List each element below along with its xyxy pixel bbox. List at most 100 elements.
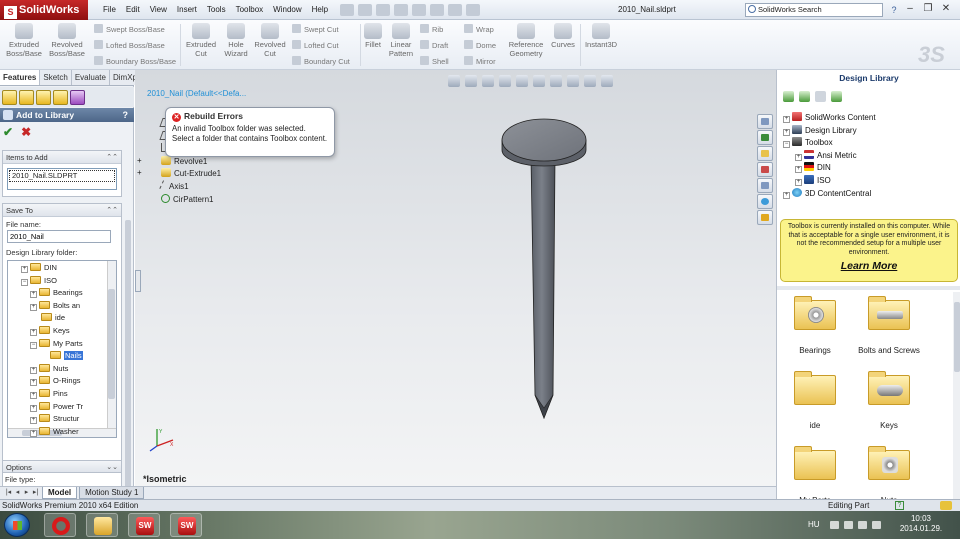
minimize-icon[interactable]: – [903, 2, 917, 16]
menu-toolbox[interactable]: Toolbox [231, 0, 269, 20]
show-hidden-icons-icon[interactable] [830, 521, 839, 529]
dimxpert-manager-icon[interactable] [53, 90, 68, 105]
expand-icon[interactable]: + [30, 303, 37, 311]
feature-manager-icon[interactable] [2, 90, 17, 105]
contents-scrollbar[interactable] [953, 292, 960, 499]
save-icon[interactable] [376, 4, 390, 16]
appearances-tab-icon[interactable] [757, 194, 773, 209]
language-indicator[interactable]: HU [808, 520, 820, 529]
fillet-button[interactable]: Fillet [362, 23, 384, 50]
shell-button[interactable]: Shell [420, 56, 449, 67]
menu-insert[interactable]: Insert [172, 0, 202, 20]
display-manager-icon[interactable] [70, 90, 85, 105]
instant3d-button[interactable]: Instant3D [583, 23, 619, 50]
custom-properties-tab-icon[interactable] [757, 210, 773, 225]
taskbar-app-folder[interactable] [86, 513, 118, 537]
expand-icon[interactable]: + [795, 153, 802, 161]
library-tree-item[interactable]: + Design Library [783, 124, 857, 137]
wrap-button[interactable]: Wrap [464, 24, 494, 35]
tab-prev-icon[interactable]: ◂ [13, 487, 22, 498]
folder-tree-item[interactable]: + Nuts [30, 363, 68, 375]
expand-icon[interactable]: + [783, 116, 790, 123]
options-icon[interactable] [466, 4, 480, 16]
property-panel-scrollbar[interactable] [124, 220, 132, 520]
library-tile[interactable]: Bearings [777, 296, 853, 370]
add-file-location-icon[interactable] [815, 91, 826, 102]
property-help-button[interactable]: ? [123, 108, 129, 122]
menu-tools[interactable]: Tools [202, 0, 231, 20]
tab-model[interactable]: Model [42, 487, 78, 499]
expand-icon[interactable]: + [30, 417, 37, 425]
draft-button[interactable]: Draft [420, 40, 448, 51]
resources-tab-icon[interactable] [757, 114, 773, 129]
expand-icon[interactable]: + [30, 379, 37, 387]
expand-icon[interactable]: + [30, 329, 37, 336]
expand-icon[interactable]: + [795, 179, 802, 186]
library-tree-item[interactable]: +3D ContentCentral [783, 187, 871, 200]
expand-icon[interactable]: + [795, 166, 802, 174]
network-icon[interactable] [844, 521, 853, 529]
ok-check-icon[interactable]: ✔ [3, 125, 13, 139]
expand-icon[interactable]: + [30, 366, 37, 374]
options-header[interactable]: Options ⌄⌄ [2, 460, 122, 473]
folder-tree-item[interactable]: + O-Rings [30, 375, 81, 387]
swept-cut-button[interactable]: Swept Cut [292, 24, 339, 35]
panel-splitter-handle[interactable] [135, 270, 141, 292]
revolved-boss-button[interactable]: Revolved Boss/Base [46, 23, 88, 58]
expand-icon[interactable]: + [783, 128, 790, 136]
expand-icon[interactable]: + [21, 266, 28, 273]
linear-pattern-button[interactable]: Linear Pattern [386, 23, 416, 58]
library-tree-item[interactable]: + SolidWorks Content [783, 112, 876, 124]
forward-icon[interactable] [799, 91, 810, 102]
extruded-boss-button[interactable]: Extruded Boss/Base [4, 23, 44, 58]
expand-icon[interactable]: + [30, 429, 37, 437]
tab-last-icon[interactable]: ▸| [31, 487, 40, 498]
tab-sketch[interactable]: Sketch [40, 70, 72, 85]
rib-button[interactable]: Rib [420, 24, 443, 35]
expand-icon[interactable]: + [30, 404, 37, 412]
design-library-tab-icon[interactable] [757, 130, 773, 145]
menu-file[interactable]: File [98, 0, 121, 20]
folder-tree-item[interactable]: + Bolts an [30, 300, 80, 312]
items-to-add-header[interactable]: Items to Add ⌃⌃ [3, 151, 121, 164]
collapse-icon[interactable]: − [21, 278, 28, 286]
tab-evaluate[interactable]: Evaluate [71, 70, 110, 85]
library-tile[interactable]: ide [777, 371, 853, 445]
back-icon[interactable] [783, 91, 794, 102]
undo-icon[interactable] [412, 4, 426, 16]
library-tree-item[interactable]: + Ansi Metric [795, 149, 857, 162]
dome-button[interactable]: Dome [464, 40, 496, 51]
collapse-icon[interactable]: − [30, 341, 37, 349]
search-input[interactable]: SolidWorks Search [745, 3, 883, 17]
lofted-cut-button[interactable]: Lofted Cut [292, 40, 339, 51]
taskbar-app-sw[interactable]: SW [170, 513, 202, 537]
property-panel-scroll-thumb[interactable] [125, 220, 131, 490]
library-tree-item[interactable]: − Toolbox [783, 137, 833, 149]
taskbar-app-opera[interactable] [44, 513, 76, 537]
items-list[interactable]: 2010_Nail.SLDPRT [7, 168, 117, 190]
folder-tree-item[interactable]: + DIN [21, 262, 57, 274]
close-icon[interactable]: ✕ [939, 2, 953, 16]
contents-scroll-thumb[interactable] [954, 302, 960, 372]
print-icon[interactable] [394, 4, 408, 16]
boundary-cut-button[interactable]: Boundary Cut [292, 56, 350, 67]
tab-first-icon[interactable]: |◂ [4, 487, 13, 498]
curves-button[interactable]: Curves [549, 23, 577, 50]
tab-motion-study[interactable]: Motion Study 1 [79, 487, 145, 499]
folder-tree-item[interactable]: + Washer [30, 426, 79, 437]
status-help-icon[interactable]: ? [895, 501, 904, 510]
cancel-x-icon[interactable]: ✖ [21, 125, 31, 139]
restore-icon[interactable]: ❐ [921, 2, 935, 16]
folder-tree-item[interactable]: + Keys [30, 325, 70, 337]
create-new-folder-icon[interactable] [831, 91, 842, 102]
menu-help[interactable]: Help [307, 0, 333, 20]
save-to-header[interactable]: Save To ⌃⌃ [3, 204, 121, 217]
expand-icon[interactable]: + [30, 291, 37, 299]
learn-more-link[interactable]: Learn More [785, 260, 953, 272]
items-list-item[interactable]: 2010_Nail.SLDPRT [9, 170, 115, 182]
taskbar-app-sw[interactable]: SW [128, 513, 160, 537]
library-tile[interactable]: My Parts [777, 446, 853, 499]
system-clock[interactable]: 10:03 2014.01.29. [896, 514, 946, 534]
menu-edit[interactable]: Edit [121, 0, 145, 20]
start-button[interactable] [4, 513, 30, 537]
